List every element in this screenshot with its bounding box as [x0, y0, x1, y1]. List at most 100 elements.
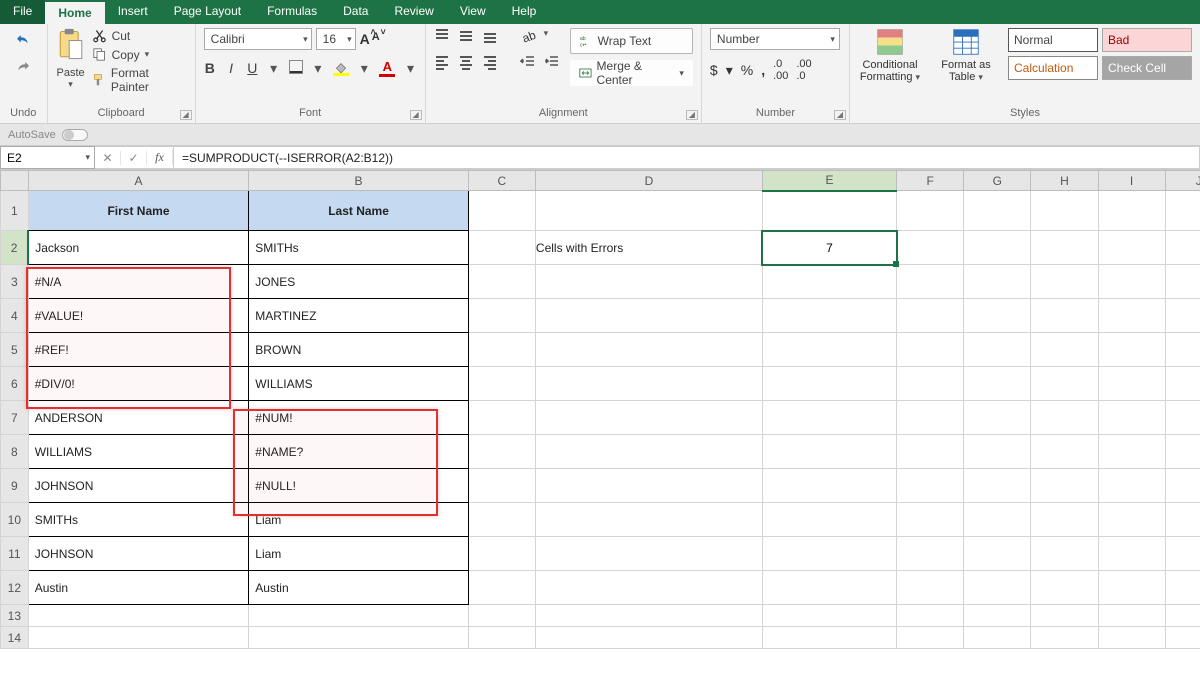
cell-D12[interactable] [535, 571, 762, 605]
align-right-button[interactable] [482, 54, 498, 73]
cell-D5[interactable] [535, 333, 762, 367]
align-left-button[interactable] [434, 54, 450, 73]
cell-B7[interactable]: #NUM! [249, 401, 469, 435]
decrease-indent-button[interactable] [520, 54, 536, 73]
cell-A9[interactable]: JOHNSON [28, 469, 249, 503]
select-all-corner[interactable] [1, 171, 29, 191]
borders-dropdown-icon[interactable]: ▾ [312, 60, 324, 77]
col-H[interactable]: H [1031, 171, 1098, 191]
align-top-button[interactable] [434, 28, 450, 47]
tab-insert[interactable]: Insert [105, 0, 161, 24]
tab-data[interactable]: Data [330, 0, 381, 24]
paste-dropdown-icon[interactable]: ▾ [68, 79, 73, 90]
cell-D6[interactable] [535, 367, 762, 401]
underline-button[interactable]: U [246, 60, 258, 76]
cell-D3[interactable] [535, 265, 762, 299]
cell-E9[interactable] [762, 469, 896, 503]
cell-A1[interactable]: First Name [28, 191, 249, 231]
accounting-dropdown-icon[interactable]: ▾ [726, 62, 733, 79]
col-F[interactable]: F [897, 171, 964, 191]
col-G[interactable]: G [964, 171, 1031, 191]
clipboard-dialog-launcher-icon[interactable]: ◢ [180, 110, 192, 120]
cell-C12[interactable] [468, 571, 535, 605]
cell-B2[interactable]: SMITHs [249, 231, 469, 265]
autosave-toggle[interactable] [62, 129, 88, 141]
font-color-dropdown-icon[interactable]: ▾ [404, 60, 416, 77]
cell-C4[interactable] [468, 299, 535, 333]
italic-button[interactable]: I [225, 60, 237, 76]
paste-button[interactable] [56, 28, 86, 67]
row-header-7[interactable]: 7 [1, 401, 29, 435]
cell-B5[interactable]: BROWN [249, 333, 469, 367]
cell-D1[interactable] [535, 191, 762, 231]
copy-button[interactable]: Copy▾ [92, 47, 187, 62]
style-check-cell[interactable]: Check Cell [1102, 56, 1192, 80]
col-C[interactable]: C [468, 171, 535, 191]
accounting-format-button[interactable]: $ [710, 62, 718, 78]
row-header-5[interactable]: 5 [1, 333, 29, 367]
underline-dropdown-icon[interactable]: ▾ [268, 60, 280, 77]
font-size-select[interactable]: 16▾ [316, 28, 356, 50]
row-header-10[interactable]: 10 [1, 503, 29, 537]
cell-D10[interactable] [535, 503, 762, 537]
cell-E5[interactable] [762, 333, 896, 367]
cell-E4[interactable] [762, 299, 896, 333]
cell-E3[interactable] [762, 265, 896, 299]
insert-function-icon[interactable]: fx [147, 150, 173, 165]
format-as-table-button[interactable]: Format as Table ▾ [934, 28, 998, 83]
increase-indent-button[interactable] [544, 54, 560, 73]
font-name-select[interactable]: Calibri▾ [204, 28, 312, 50]
cut-button[interactable]: Cut [92, 28, 187, 43]
align-middle-button[interactable] [458, 28, 474, 47]
fill-dropdown-icon[interactable]: ▾ [358, 60, 370, 77]
cell-A5[interactable]: #REF! [28, 333, 249, 367]
cell-A7[interactable]: ANDERSON [28, 401, 249, 435]
cell-B8[interactable]: #NAME? [249, 435, 469, 469]
style-normal[interactable]: Normal [1008, 28, 1098, 52]
cell-B6[interactable]: WILLIAMS [249, 367, 469, 401]
cell-C6[interactable] [468, 367, 535, 401]
enter-formula-icon[interactable]: ✓ [121, 151, 147, 165]
cell-C11[interactable] [468, 537, 535, 571]
decrease-font-button[interactable]: A˅ [372, 31, 380, 47]
row-header-9[interactable]: 9 [1, 469, 29, 503]
col-D[interactable]: D [535, 171, 762, 191]
increase-decimal-button[interactable]: .0.00 [773, 58, 788, 82]
cell-E11[interactable] [762, 537, 896, 571]
increase-font-button[interactable]: A˄ [360, 31, 370, 47]
format-painter-button[interactable]: Format Painter [92, 66, 187, 94]
cell-D7[interactable] [535, 401, 762, 435]
cell-B1[interactable]: Last Name [249, 191, 469, 231]
merge-center-button[interactable]: Merge & Center▾ [570, 60, 693, 86]
cell-A10[interactable]: SMITHs [28, 503, 249, 537]
cell-E2[interactable]: 7 [762, 231, 896, 265]
tab-file[interactable]: File [0, 0, 45, 24]
bold-button[interactable]: B [204, 60, 216, 76]
cell-E12[interactable] [762, 571, 896, 605]
cell-E7[interactable] [762, 401, 896, 435]
cell-B11[interactable]: Liam [249, 537, 469, 571]
font-dialog-launcher-icon[interactable]: ◢ [410, 110, 422, 120]
tab-help[interactable]: Help [499, 0, 550, 24]
col-B[interactable]: B [249, 171, 469, 191]
cell-D8[interactable] [535, 435, 762, 469]
cell-D4[interactable] [535, 299, 762, 333]
cell-C9[interactable] [468, 469, 535, 503]
cell-B12[interactable]: Austin [249, 571, 469, 605]
percent-format-button[interactable]: % [741, 62, 753, 78]
cell-B9[interactable]: #NULL! [249, 469, 469, 503]
cell-C1[interactable] [468, 191, 535, 231]
row-header-3[interactable]: 3 [1, 265, 29, 299]
col-J[interactable]: J [1165, 171, 1200, 191]
cell-A11[interactable]: JOHNSON [28, 537, 249, 571]
alignment-dialog-launcher-icon[interactable]: ◢ [686, 110, 698, 120]
cell-C3[interactable] [468, 265, 535, 299]
tab-page-layout[interactable]: Page Layout [161, 0, 254, 24]
style-calculation[interactable]: Calculation [1008, 56, 1098, 80]
number-dialog-launcher-icon[interactable]: ◢ [834, 110, 846, 120]
cell-C7[interactable] [468, 401, 535, 435]
cell-C8[interactable] [468, 435, 535, 469]
formula-input[interactable]: =SUMPRODUCT(--ISERROR(A2:B12)) [174, 146, 1200, 169]
tab-view[interactable]: View [447, 0, 499, 24]
row-header-11[interactable]: 11 [1, 537, 29, 571]
